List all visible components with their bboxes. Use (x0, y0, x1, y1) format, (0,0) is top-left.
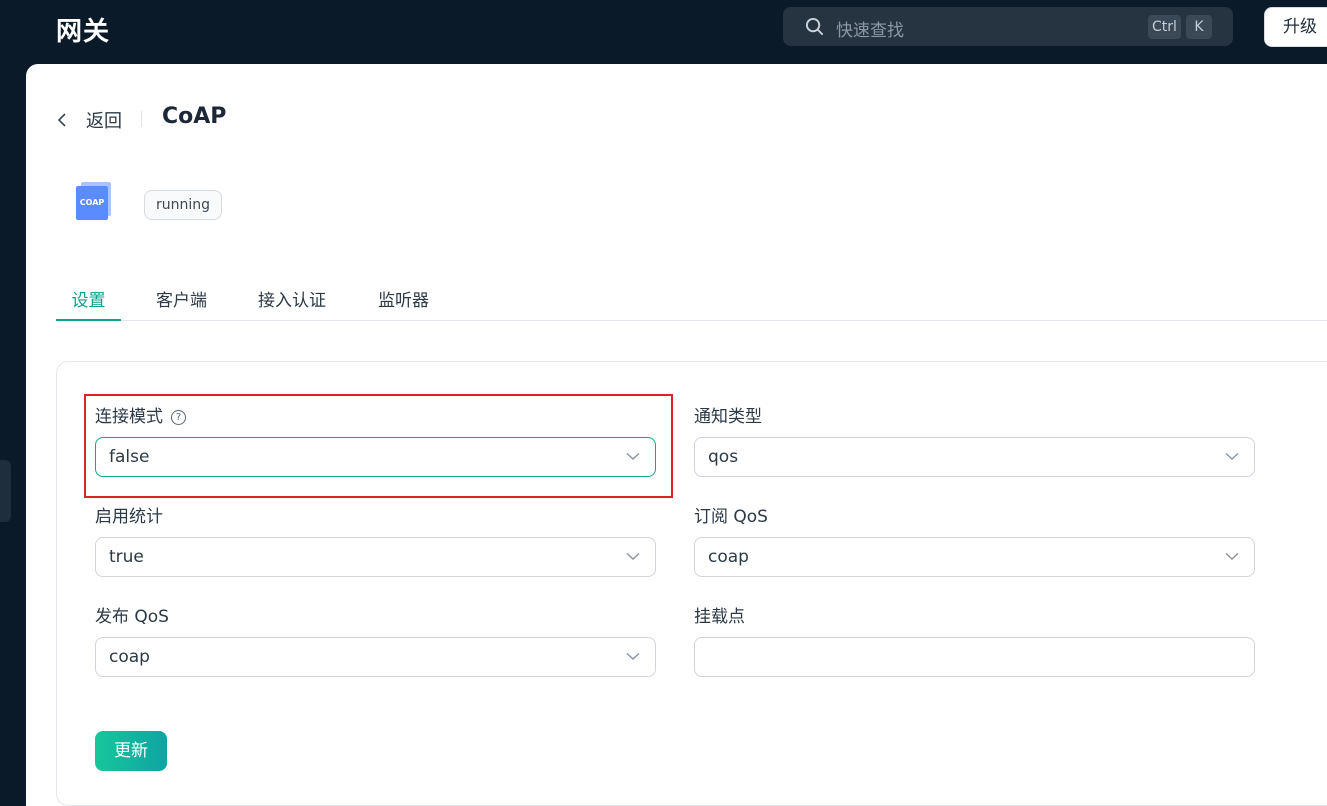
publish-qos-label: 发布 QoS (95, 607, 169, 627)
coap-logo-text: COAP (76, 186, 108, 220)
chevron-down-icon (626, 452, 640, 460)
k-key-hint: K (1186, 15, 1212, 39)
back-label: 返回 (86, 111, 122, 132)
settings-form (56, 361, 1327, 806)
tab-clients[interactable]: 客户端 (156, 286, 207, 321)
tab-bar: 设置 客户端 接入认证 监听器 (56, 274, 1327, 321)
mountpoint-label: 挂载点 (694, 607, 745, 627)
notify-type-select[interactable]: qos (694, 437, 1255, 477)
back-button[interactable]: 返回 (56, 107, 122, 133)
mountpoint-input[interactable] (694, 637, 1255, 677)
update-button[interactable]: 更新 (95, 731, 167, 771)
coap-logo: COAP (76, 182, 112, 222)
publish-qos-select[interactable]: coap (95, 637, 656, 677)
status-badge: running (144, 190, 223, 220)
connection-mode-label: 连接模式? (95, 402, 186, 427)
chevron-down-icon (626, 652, 640, 660)
connection-mode-select[interactable]: false (95, 437, 656, 477)
chevron-down-icon (1225, 452, 1239, 460)
subscribe-qos-label: 订阅 QoS (694, 507, 768, 527)
tab-settings[interactable]: 设置 (56, 286, 121, 321)
chevron-down-icon (626, 552, 640, 560)
divider (141, 111, 142, 127)
quick-search-box[interactable]: 快速查找 Ctrl K (783, 7, 1233, 46)
search-icon (805, 17, 824, 36)
chevron-left-icon (57, 113, 66, 127)
main-panel: 返回 CoAP COAP running 设置 客户端 接入认证 监听器 连接模… (26, 64, 1327, 806)
ctrl-key-hint: Ctrl (1148, 15, 1181, 39)
enable-stats-label: 启用统计 (95, 507, 163, 527)
top-bar: 网关 快速查找 Ctrl K 升级 (0, 0, 1327, 60)
enable-stats-select[interactable]: true (95, 537, 656, 577)
app-title: 网关 (56, 17, 111, 47)
sidebar-collapse-handle[interactable] (0, 460, 11, 522)
page-title: CoAP (162, 104, 227, 129)
chevron-down-icon (1225, 552, 1239, 560)
notify-type-label: 通知类型 (694, 407, 762, 427)
upgrade-button[interactable]: 升级 (1264, 7, 1327, 47)
tab-authentication[interactable]: 接入认证 (258, 286, 326, 321)
help-icon[interactable]: ? (171, 410, 186, 425)
subscribe-qos-select[interactable]: coap (694, 537, 1255, 577)
tab-listeners[interactable]: 监听器 (378, 286, 429, 321)
search-placeholder: 快速查找 (836, 21, 904, 41)
